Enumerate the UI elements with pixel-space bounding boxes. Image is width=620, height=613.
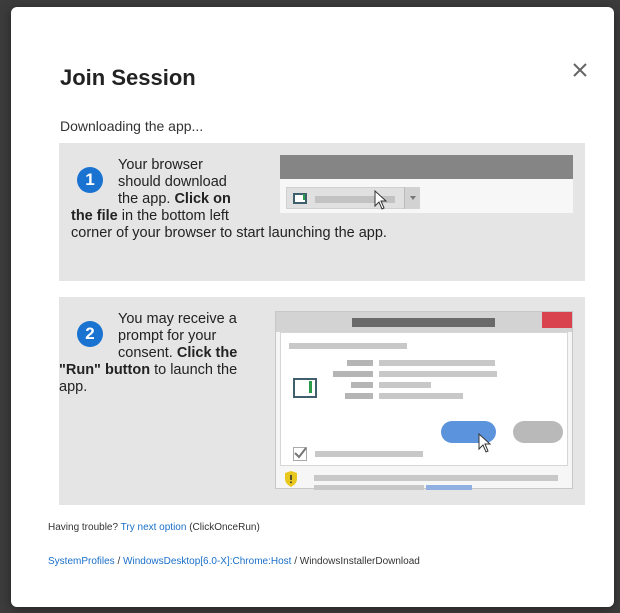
step-2-line-4: to launch the <box>154 362 238 378</box>
try-next-option-link[interactable]: Try next option <box>121 522 187 533</box>
step-2-line-2: prompt for your <box>118 328 217 344</box>
window-close-placeholder <box>542 312 572 328</box>
cursor-icon <box>478 433 492 453</box>
browser-toolbar <box>280 155 573 179</box>
step-2-line-1: You may receive a <box>118 311 237 327</box>
window-title-placeholder <box>352 318 495 327</box>
trouble-text: Having trouble? <box>48 522 119 533</box>
placeholder-line <box>345 393 373 399</box>
shield-warning-icon <box>285 471 297 487</box>
placeholder-line <box>315 451 423 457</box>
placeholder-line <box>379 393 463 399</box>
app-file-icon <box>293 378 317 398</box>
checkbox-illustration <box>293 447 307 461</box>
step-1-bold-2: the file <box>71 208 118 224</box>
step-2-bold-1: Click the <box>176 345 238 361</box>
placeholder-line <box>289 343 407 349</box>
browser-download-illustration <box>280 155 573 213</box>
chevron-down-icon <box>404 187 420 209</box>
window-titlebar <box>276 312 572 332</box>
cancel-button-illustration <box>513 421 563 443</box>
breadcrumb-current: WindowsInstallerDownload <box>299 556 420 567</box>
step-1-panel: 1 Your browser should download the app. … <box>59 143 585 281</box>
placeholder-line <box>314 485 424 490</box>
file-icon <box>293 193 307 204</box>
step-1-bold-1: Click on <box>174 191 231 207</box>
trouble-suffix: (ClickOnceRun) <box>189 522 260 533</box>
breadcrumb-separator: / <box>291 556 300 567</box>
close-icon <box>573 63 587 77</box>
step-2-text: You may receive a prompt for your consen… <box>59 311 259 396</box>
step-1-line-5: corner of your browser to start launchin… <box>71 225 387 241</box>
step-2-line-3: consent. <box>118 345 173 361</box>
download-status: Downloading the app... <box>60 118 204 134</box>
troubleshoot-line: Having trouble? Try next option (ClickOn… <box>48 522 260 533</box>
step-2-bold-2: "Run" button <box>59 362 151 378</box>
placeholder-line <box>379 382 431 388</box>
prompt-body <box>280 332 568 466</box>
breadcrumb-separator: / <box>114 556 124 567</box>
breadcrumb-windows-desktop[interactable]: WindowsDesktop[6.0-X]:Chrome:Host <box>123 556 291 567</box>
step-1-line-4: in the bottom left <box>121 208 229 224</box>
step-2-line-5: app. <box>59 379 88 395</box>
placeholder-line <box>379 371 497 377</box>
breadcrumb-system-profiles[interactable]: SystemProfiles <box>48 556 115 567</box>
close-button[interactable] <box>567 57 593 83</box>
step-1-line-3: the app. <box>118 191 171 207</box>
step-2-panel: 2 You may receive a prompt for your cons… <box>59 297 585 505</box>
placeholder-line <box>347 360 373 366</box>
placeholder-line <box>379 360 495 366</box>
placeholder-link-line <box>426 485 472 490</box>
breadcrumb: SystemProfiles / WindowsDesktop[6.0-X]:C… <box>48 556 420 567</box>
cursor-icon <box>374 190 388 210</box>
run-prompt-illustration <box>275 311 573 490</box>
download-chip <box>286 187 420 209</box>
placeholder-line <box>333 371 373 377</box>
placeholder-line <box>314 475 558 481</box>
dialog-title: Join Session <box>60 65 196 90</box>
checkmark-icon <box>294 447 307 459</box>
placeholder-line <box>351 382 373 388</box>
